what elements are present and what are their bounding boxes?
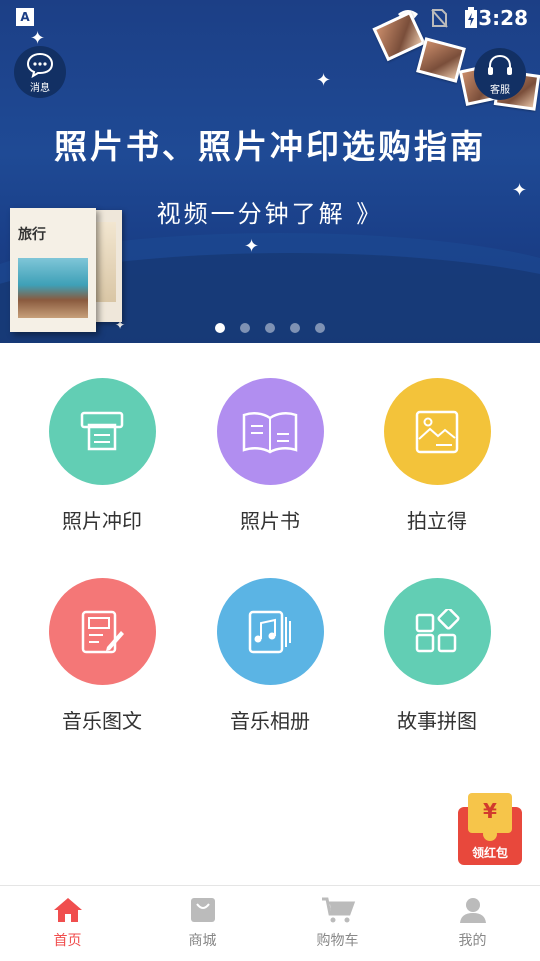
carousel-dot[interactable] <box>290 323 301 333</box>
feature-music-article[interactable]: 音乐图文 <box>17 578 187 734</box>
puzzle-tiles-icon <box>415 608 460 652</box>
headset-icon <box>488 54 512 75</box>
tab-label: 我的 <box>458 933 487 949</box>
red-packet-button[interactable]: ¥ 领红包 <box>455 793 525 868</box>
feature-label: 照片冲印 <box>62 509 142 533</box>
feature-photo-book[interactable]: 照片书 <box>185 378 355 534</box>
carousel-indicator <box>0 318 540 337</box>
feature-story-collage[interactable]: 故事拼图 <box>352 578 522 734</box>
feature-music-album[interactable]: 音乐相册 <box>185 578 355 734</box>
feature-photo-print[interactable]: 照片冲印 <box>17 378 187 534</box>
feature-icon-circle <box>48 378 156 485</box>
cart-icon <box>321 897 355 923</box>
message-label: 消息 <box>30 83 50 94</box>
coin-icon <box>483 827 497 841</box>
music-album-icon <box>248 610 291 653</box>
feature-icon-circle <box>383 578 491 685</box>
feature-label: 音乐图文 <box>62 709 142 733</box>
feature-label: 照片书 <box>240 509 300 533</box>
feature-label: 音乐相册 <box>230 709 310 733</box>
book-icon <box>242 411 298 453</box>
tab-me[interactable]: 我的 <box>405 886 540 961</box>
edit-document-icon <box>81 610 124 653</box>
feature-label: 拍立得 <box>407 509 467 533</box>
tab-cart[interactable]: 购物车 <box>270 886 405 961</box>
book-title: 旅行 <box>18 227 46 243</box>
carousel-dot[interactable] <box>265 323 275 333</box>
service-label: 客服 <box>490 85 510 96</box>
feature-icon-circle <box>383 378 491 485</box>
sparkle-icon: ✦ <box>316 70 332 91</box>
banner-carousel[interactable]: ✦ ✦ ✦ ✦ ✦ A 3:28 消息 客服 照片书、照片冲印选购指南 视频一分… <box>0 0 540 343</box>
tab-label: 商城 <box>188 933 217 949</box>
feature-icon-circle <box>216 378 324 485</box>
carousel-dot[interactable] <box>214 323 225 333</box>
red-packet-label: 领红包 <box>471 846 508 860</box>
tab-mall[interactable]: 商城 <box>135 886 270 961</box>
banner-headline: 照片书、照片冲印选购指南 <box>54 127 486 166</box>
sparkle-icon: ✦ <box>244 236 260 257</box>
photo-book-image: 旅行 <box>10 208 96 332</box>
user-icon <box>459 898 486 923</box>
carousel-dot[interactable] <box>315 323 326 333</box>
feature-icon-circle <box>216 578 324 685</box>
tab-home[interactable]: 首页 <box>0 886 135 961</box>
tab-label: 购物车 <box>316 933 359 949</box>
message-button[interactable]: 消息 <box>14 46 66 98</box>
shopping-bag-icon <box>190 898 215 922</box>
image-icon <box>415 410 459 453</box>
app-notification-icon: A <box>16 8 34 26</box>
bottom-tab-bar: 首页 商城 购物车 我的 <box>0 885 540 961</box>
customer-service-button[interactable]: 客服 <box>474 48 526 100</box>
printer-icon <box>80 411 124 450</box>
tab-label: 首页 <box>53 933 82 949</box>
feature-icon-circle <box>48 578 156 685</box>
feature-instant-photo[interactable]: 拍立得 <box>352 378 522 534</box>
carousel-dot[interactable] <box>239 323 250 333</box>
feature-label: 故事拼图 <box>397 709 477 733</box>
home-icon <box>53 898 82 922</box>
yen-symbol: ¥ <box>483 799 497 823</box>
chat-bubble-icon <box>26 52 54 78</box>
